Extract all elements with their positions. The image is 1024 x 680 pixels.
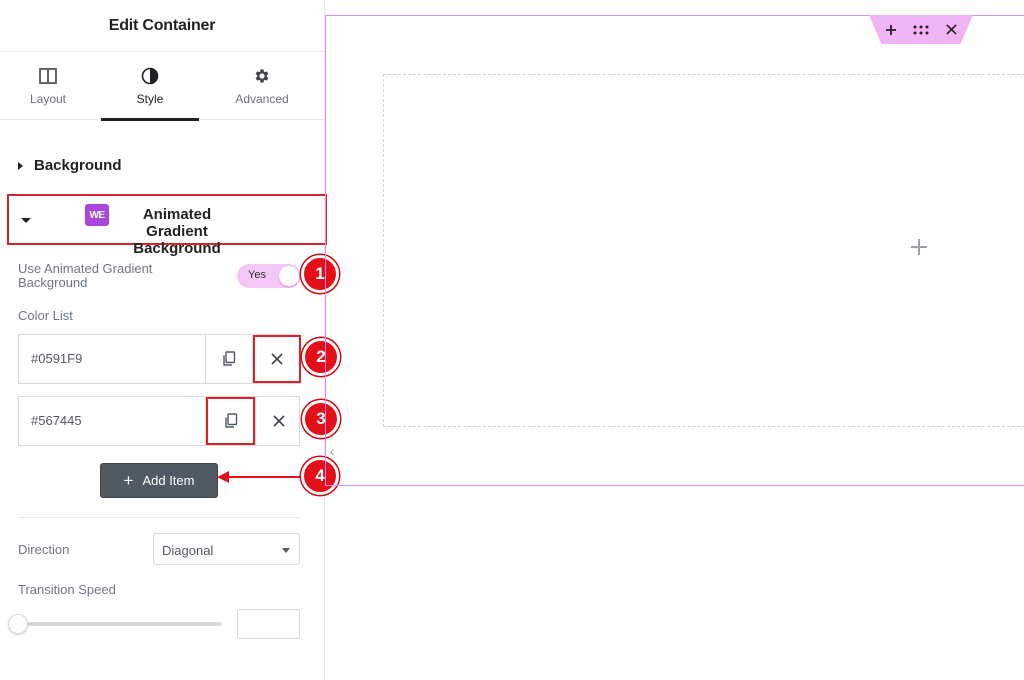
callout-arrow <box>217 471 307 483</box>
tab-style[interactable]: Style <box>101 52 199 121</box>
color-item-row[interactable]: #567445 <box>18 396 300 446</box>
tab-advanced[interactable]: Advanced <box>222 52 302 120</box>
panel-title: Edit Container <box>108 16 216 34</box>
caret-right-icon <box>18 161 23 170</box>
section-background-label: Background <box>34 157 122 174</box>
section-background[interactable]: Background <box>18 157 122 174</box>
use-agb-toggle[interactable]: Yes <box>237 264 301 288</box>
container-toolbar <box>869 15 973 44</box>
direction-label: Direction <box>18 542 70 557</box>
color-value: #567445 <box>31 413 82 428</box>
close-icon <box>271 353 283 365</box>
section-animated-gradient-label: Animated Gradient Background <box>133 206 221 257</box>
panel-header: Edit Container <box>0 0 324 52</box>
columns-icon <box>38 66 58 86</box>
color-list-label: Color List <box>18 308 73 323</box>
drag-handle-icon[interactable] <box>913 22 929 38</box>
widget-badge-icon: WE <box>85 204 109 226</box>
use-agb-label: Use Animated Gradient Background <box>18 261 153 290</box>
section-divider <box>18 517 300 518</box>
transition-speed-input[interactable] <box>237 609 300 639</box>
slider-handle[interactable] <box>8 614 28 634</box>
color-item-row[interactable]: #0591F9 <box>18 334 301 384</box>
close-icon <box>273 415 285 427</box>
direction-value: Diagonal <box>162 543 214 558</box>
container-element[interactable] <box>325 15 1024 486</box>
editor-app: Edit Container Layout Style Advanced Bac… <box>0 0 1024 680</box>
editor-panel: Edit Container Layout Style Advanced Bac… <box>0 0 340 680</box>
toggle-knob <box>279 266 299 286</box>
copy-icon <box>223 351 236 366</box>
add-element-icon[interactable] <box>907 235 931 259</box>
container-drop-zone[interactable] <box>383 74 1024 427</box>
copy-icon <box>224 413 237 428</box>
tab-style-label: Style <box>136 92 164 106</box>
section-animated-gradient[interactable]: WE Animated Gradient Background <box>7 194 327 257</box>
remove-button[interactable] <box>253 335 301 383</box>
duplicate-button[interactable] <box>206 397 255 445</box>
contrast-icon <box>140 66 160 86</box>
panel-tabs: Layout Style Advanced <box>0 52 324 121</box>
plus-icon: + <box>123 470 134 490</box>
tab-advanced-label: Advanced <box>235 92 289 106</box>
tab-layout-label: Layout <box>29 92 67 106</box>
duplicate-button[interactable] <box>206 335 252 383</box>
gear-icon <box>252 66 272 86</box>
add-icon[interactable] <box>883 22 899 38</box>
remove-button[interactable] <box>256 397 302 445</box>
close-icon[interactable] <box>943 22 959 38</box>
chevron-down-icon <box>282 548 290 553</box>
tab-layout[interactable]: Layout <box>14 52 82 120</box>
color-value: #0591F9 <box>31 351 83 366</box>
add-item-button[interactable]: + Add Item <box>100 463 218 498</box>
transition-speed-slider[interactable] <box>18 622 222 626</box>
direction-select[interactable]: Diagonal <box>153 533 300 565</box>
caret-down-icon <box>21 218 31 223</box>
transition-speed-label: Transition Speed <box>18 582 116 597</box>
add-item-label: Add Item <box>142 473 195 488</box>
toggle-text: Yes <box>248 269 266 281</box>
